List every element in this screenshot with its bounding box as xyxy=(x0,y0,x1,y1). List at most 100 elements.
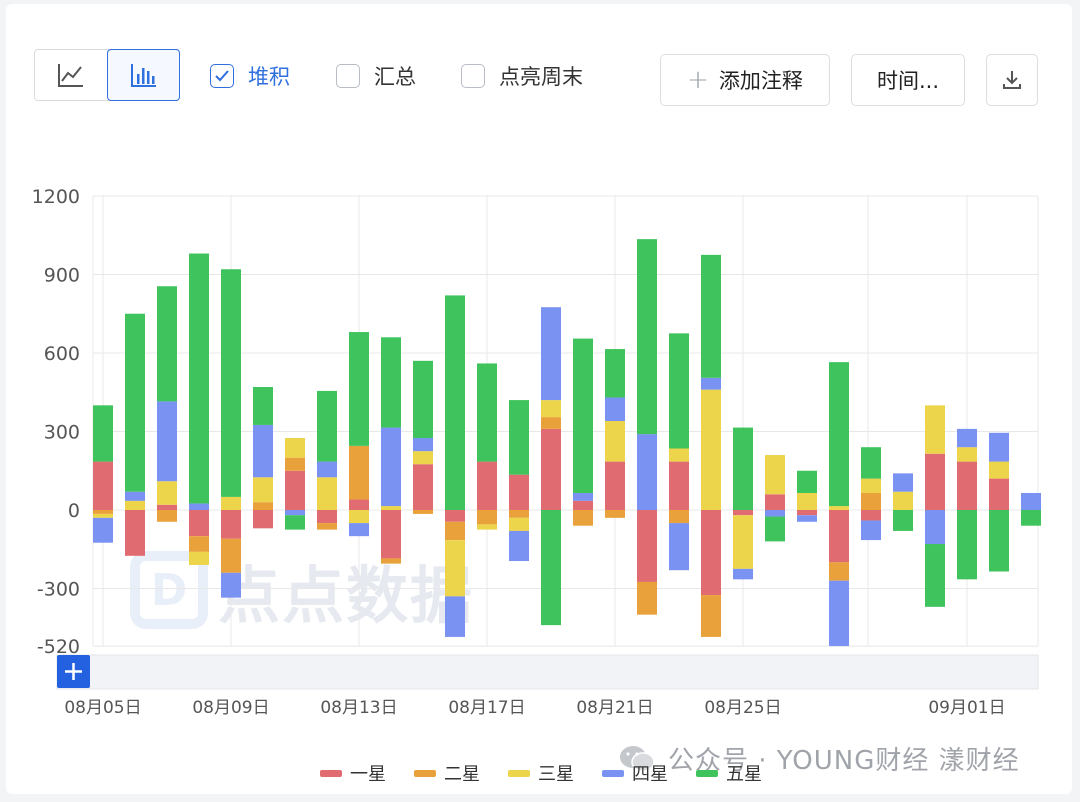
y-tick-label: 600 xyxy=(44,343,80,365)
bar-segment xyxy=(733,510,753,516)
bar-segment xyxy=(445,540,465,597)
bar-segment xyxy=(157,286,177,402)
bar-segment xyxy=(541,400,561,418)
bar-stack[interactable] xyxy=(317,390,337,530)
bar-segment xyxy=(957,447,977,462)
x-axis-ticks: 08月05日 08月09日 08月13日 08月17日 08月21日 08月25日 09月0… xyxy=(64,698,1005,718)
bar-segment xyxy=(509,530,529,562)
legend-item[interactable]: 三星 xyxy=(508,760,574,786)
bar-stack[interactable] xyxy=(829,362,849,647)
bar-stack[interactable] xyxy=(445,295,465,637)
bar-segment xyxy=(349,523,369,537)
bar-segment xyxy=(797,470,817,493)
bar-segment xyxy=(605,349,625,398)
bar-segment xyxy=(765,455,785,495)
bar-segment xyxy=(1021,492,1041,510)
legend-label: 四星 xyxy=(632,764,668,785)
bar-stack[interactable] xyxy=(253,387,273,529)
bar-segment xyxy=(285,515,305,530)
bar-segment xyxy=(445,295,465,510)
stacked-bar-chart: -520-30003006009001200 08月05日 08月09日 08月13… xyxy=(32,186,1041,718)
bar-segment xyxy=(285,470,305,510)
bar-segment xyxy=(669,510,689,524)
zoom-slider[interactable] xyxy=(56,654,1039,690)
bar-segment xyxy=(413,451,433,465)
bar-segment xyxy=(221,538,241,573)
bar-segment xyxy=(573,338,593,493)
bar-segment xyxy=(157,504,177,510)
bar-segment xyxy=(925,544,945,607)
bar-segment xyxy=(989,461,1009,479)
bar-stack[interactable] xyxy=(189,253,209,565)
bar-segment xyxy=(669,523,689,571)
bar-stack[interactable] xyxy=(1021,492,1041,526)
bar-segment xyxy=(189,503,209,510)
bar-segment xyxy=(637,510,657,582)
bar-segment xyxy=(765,516,785,542)
bar-segment xyxy=(893,491,913,510)
bar-stack[interactable] xyxy=(893,473,913,531)
legend-label: 五星 xyxy=(726,764,762,785)
legend-swatch xyxy=(320,769,342,777)
bar-stack[interactable] xyxy=(605,349,625,518)
bar-stack[interactable] xyxy=(733,427,753,580)
bar-segment xyxy=(93,405,113,462)
bar-stack[interactable] xyxy=(221,269,241,598)
legend-item[interactable]: 四星 xyxy=(602,760,668,786)
bar-segment xyxy=(541,428,561,510)
bar-stack[interactable] xyxy=(477,363,497,530)
chart-bars xyxy=(93,239,1041,647)
bar-stack[interactable] xyxy=(957,428,977,580)
legend-swatch xyxy=(696,769,718,777)
bar-segment xyxy=(605,397,625,422)
legend-swatch xyxy=(414,769,436,777)
bar-stack[interactable] xyxy=(669,333,689,571)
y-tick-label: 300 xyxy=(44,421,80,443)
legend-item[interactable]: 五星 xyxy=(696,760,762,786)
bar-stack[interactable] xyxy=(701,254,721,637)
zoom-slider-track xyxy=(56,654,1039,690)
bar-stack[interactable] xyxy=(797,470,817,522)
bar-segment xyxy=(413,438,433,452)
bar-stack[interactable] xyxy=(157,286,177,522)
bar-stack[interactable] xyxy=(925,405,945,607)
bar-segment xyxy=(253,477,273,503)
bar-segment xyxy=(125,313,145,492)
bar-segment xyxy=(989,432,1009,462)
bar-segment xyxy=(445,521,465,541)
bar-segment xyxy=(93,513,113,518)
bar-stack[interactable] xyxy=(861,447,881,541)
bar-segment xyxy=(861,520,881,541)
bar-stack[interactable] xyxy=(573,338,593,526)
bar-stack[interactable] xyxy=(381,337,401,564)
bar-segment xyxy=(253,510,273,529)
bar-segment xyxy=(157,510,177,522)
legend-label: 一星 xyxy=(350,764,386,785)
bar-segment xyxy=(733,427,753,510)
bar-stack[interactable] xyxy=(125,313,145,556)
bar-stack[interactable] xyxy=(509,400,529,562)
bar-segment xyxy=(221,496,241,510)
bar-stack[interactable] xyxy=(765,455,785,542)
bar-segment xyxy=(317,477,337,510)
bar-stack[interactable] xyxy=(637,239,657,615)
bar-segment xyxy=(541,417,561,429)
bar-segment xyxy=(925,405,945,454)
bar-stack[interactable] xyxy=(413,360,433,514)
bar-stack[interactable] xyxy=(349,332,369,537)
legend-item[interactable]: 二星 xyxy=(414,760,480,786)
bar-segment xyxy=(477,524,497,530)
bar-segment xyxy=(285,510,305,516)
x-tick-label: 08月13日 xyxy=(320,698,397,718)
bar-segment xyxy=(125,500,145,510)
bar-segment xyxy=(701,254,721,378)
bar-stack[interactable] xyxy=(541,307,561,626)
legend-item[interactable]: 一星 xyxy=(320,760,386,786)
bar-stack[interactable] xyxy=(93,405,113,543)
bar-segment xyxy=(861,492,881,510)
y-tick-label: 1200 xyxy=(32,186,80,208)
bar-segment xyxy=(669,448,689,462)
bar-segment xyxy=(93,517,113,543)
bar-stack[interactable] xyxy=(989,432,1009,572)
bar-stack[interactable] xyxy=(285,438,305,530)
